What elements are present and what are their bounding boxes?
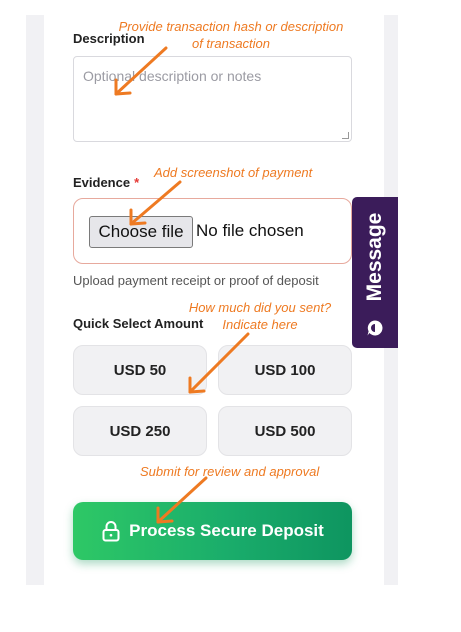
annotation-description-line1: Provide transaction hash or description (118, 19, 344, 34)
annotation-submit: Submit for review and approval (140, 464, 320, 479)
annotation-amount: How much did you sent? Indicate here (180, 299, 340, 333)
annotation-evidence: Add screenshot of payment (154, 165, 313, 180)
required-marker: * (134, 175, 140, 190)
description-placeholder: Optional description or notes (83, 68, 262, 84)
evidence-label-text: Evidence (73, 175, 131, 190)
amount-button-500[interactable]: USD 500 (218, 406, 352, 456)
resize-handle[interactable] (342, 132, 349, 139)
annotation-description: Provide transaction hash or description … (102, 18, 360, 52)
amount-button-50[interactable]: USD 50 (73, 345, 207, 395)
message-tab-label: Message (363, 212, 386, 302)
chat-icon (367, 320, 383, 336)
annotation-amount-line1: How much did you sent? (188, 300, 332, 315)
process-deposit-button[interactable]: Process Secure Deposit (73, 502, 352, 560)
annotation-description-line2: of transaction (191, 36, 271, 51)
annotation-amount-line2: Indicate here (222, 317, 298, 332)
amount-button-250[interactable]: USD 250 (73, 406, 207, 456)
evidence-label: Evidence * (73, 175, 139, 190)
choose-file-button[interactable]: Choose file (89, 216, 193, 248)
evidence-file-input[interactable]: Choose file No file chosen (73, 198, 352, 264)
file-status-text: No file chosen (196, 221, 304, 240)
lock-icon (102, 521, 120, 542)
message-side-tab[interactable]: Message (352, 197, 398, 348)
evidence-helper-text: Upload payment receipt or proof of depos… (73, 273, 319, 288)
amount-button-100[interactable]: USD 100 (218, 345, 352, 395)
process-deposit-label: Process Secure Deposit (129, 521, 324, 540)
description-textarea[interactable]: Optional description or notes (73, 56, 352, 142)
